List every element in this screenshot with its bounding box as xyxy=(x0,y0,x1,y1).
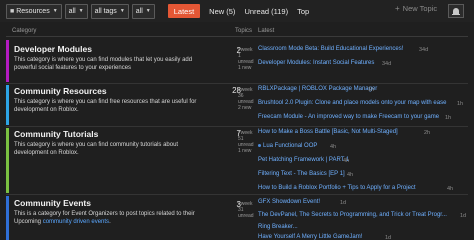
new-count[interactable]: 2 new xyxy=(238,105,256,111)
column-header-latest[interactable]: Latest xyxy=(258,28,274,34)
category-color-bar xyxy=(6,196,9,240)
latest-topic-link[interactable]: Pet Hatching Framework | PART 1 xyxy=(258,157,349,163)
column-header-category[interactable]: Category xyxy=(12,28,36,34)
topic-count-meta: / week 36 unread 2 new xyxy=(238,87,256,111)
topic-age: 1h xyxy=(368,87,375,93)
tab-top[interactable]: Top xyxy=(297,7,309,16)
topic-age: 4h xyxy=(330,144,337,150)
latest-topic-link[interactable]: How to Make a Boss Battle [Basic, Not Mu… xyxy=(258,129,398,135)
category-title[interactable]: Community Resources xyxy=(14,86,107,96)
unread-count[interactable]: 36 unread xyxy=(238,93,256,105)
column-header-topics[interactable]: Topics xyxy=(235,28,252,34)
community-events-link[interactable]: community driven events xyxy=(43,219,109,225)
category-description: This is a category for Event Organizers … xyxy=(14,211,204,227)
latest-topic-link[interactable]: Developer Modules: Instant Social Featur… xyxy=(258,60,374,66)
topic-age: 4h xyxy=(347,172,354,178)
filter-dropdown-label: all xyxy=(135,7,143,15)
category-dropdown-label: Resources xyxy=(16,7,50,15)
new-topic-label: New Topic xyxy=(402,4,438,13)
chevron-down-icon: ▼ xyxy=(145,8,151,14)
new-count[interactable]: 1 new xyxy=(238,65,256,71)
topic-age: 1d xyxy=(340,200,347,206)
topic-count-meta: / week 51 unread 1 new xyxy=(238,130,256,154)
chevron-down-icon: ▼ xyxy=(119,8,125,14)
category-description: This category is where you can find free… xyxy=(14,99,197,113)
category-color-bar xyxy=(6,85,9,125)
category-icon: ■ xyxy=(10,7,15,15)
row-divider xyxy=(6,194,468,195)
latest-topic-link[interactable]: Brushtool 2.0 Plugin: Clone and place mo… xyxy=(258,100,446,106)
latest-topic-link[interactable]: Filtering Text - The Basics [EP 1] xyxy=(258,171,345,177)
tab-unread[interactable]: Unread (119) xyxy=(244,7,288,16)
latest-topic-link[interactable]: Lua Functional OOP xyxy=(258,143,317,149)
pinned-dot-icon xyxy=(258,143,261,147)
latest-topic-link[interactable]: GFX Showdown Event! xyxy=(258,199,320,205)
latest-topic-link-text: Lua Functional OOP xyxy=(263,143,318,149)
topic-age: 1h xyxy=(457,101,464,107)
category-dropdown[interactable]: ■ Resources ▼ xyxy=(6,3,62,19)
latest-topic-link[interactable]: Ring Breaker... xyxy=(258,224,298,230)
category-title[interactable]: Community Events xyxy=(14,198,91,208)
tags-dropdown[interactable]: all tags ▼ xyxy=(90,3,129,19)
tab-latest[interactable]: Latest xyxy=(167,4,201,18)
category-description-suffix: . xyxy=(109,218,111,225)
unread-count[interactable]: 51 unread xyxy=(238,136,256,148)
latest-topic-link[interactable]: The DevPanel, The Secrets to Programming… xyxy=(258,212,447,218)
topic-count-meta: / week 1 unread 1 new xyxy=(238,47,256,71)
tab-new[interactable]: New (5) xyxy=(209,7,235,16)
bell-icon xyxy=(452,8,460,15)
subcategory-dropdown-label: all xyxy=(68,7,76,15)
latest-topic-link[interactable]: How to Build a Roblox Portfolio + Tips t… xyxy=(258,185,416,191)
topic-age: 34d xyxy=(419,47,429,53)
topic-age: 4h xyxy=(343,158,350,164)
topic-age: 2h xyxy=(424,130,431,136)
category-description: This category is where you can find comm… xyxy=(14,142,179,156)
topic-age: 1d xyxy=(385,235,392,240)
filter-dropdown[interactable]: all ▼ xyxy=(131,3,155,19)
latest-topic-link[interactable]: Freecam Module - An improved way to make… xyxy=(258,114,439,120)
topic-count-meta: / week 31 unread xyxy=(238,201,256,219)
row-divider xyxy=(6,83,468,84)
unread-count[interactable]: 1 unread xyxy=(238,53,256,65)
topic-age: 1h xyxy=(445,115,452,121)
new-topic-button[interactable]: + New Topic xyxy=(395,4,437,13)
notifications-button[interactable] xyxy=(448,4,464,18)
header-divider xyxy=(6,36,468,37)
latest-topic-link[interactable]: Have Yourself A Merry Little GameJam! xyxy=(258,234,362,240)
category-title[interactable]: Community Tutorials xyxy=(14,129,98,139)
plus-icon: + xyxy=(395,4,400,13)
category-description: This category is where you can find modu… xyxy=(14,57,193,71)
category-color-bar xyxy=(6,40,9,82)
topic-age: 34d xyxy=(382,61,392,67)
category-title[interactable]: Developer Modules xyxy=(14,44,92,54)
topic-age: 4h xyxy=(447,186,454,192)
topic-age: 1d xyxy=(460,213,467,219)
latest-topic-link[interactable]: Classroom Mode Beta: Build Educational E… xyxy=(258,46,403,52)
tags-dropdown-label: all tags xyxy=(94,7,117,15)
row-divider xyxy=(6,126,468,127)
chevron-down-icon: ▼ xyxy=(52,8,58,14)
chevron-down-icon: ▼ xyxy=(78,8,84,14)
category-color-bar xyxy=(6,128,9,193)
subcategory-dropdown[interactable]: all ▼ xyxy=(64,3,88,19)
latest-topic-link[interactable]: RBLXPackage | ROBLOX Package Manager xyxy=(258,86,377,92)
new-count[interactable]: 1 new xyxy=(238,148,256,154)
unread-count[interactable]: 31 unread xyxy=(238,207,256,219)
